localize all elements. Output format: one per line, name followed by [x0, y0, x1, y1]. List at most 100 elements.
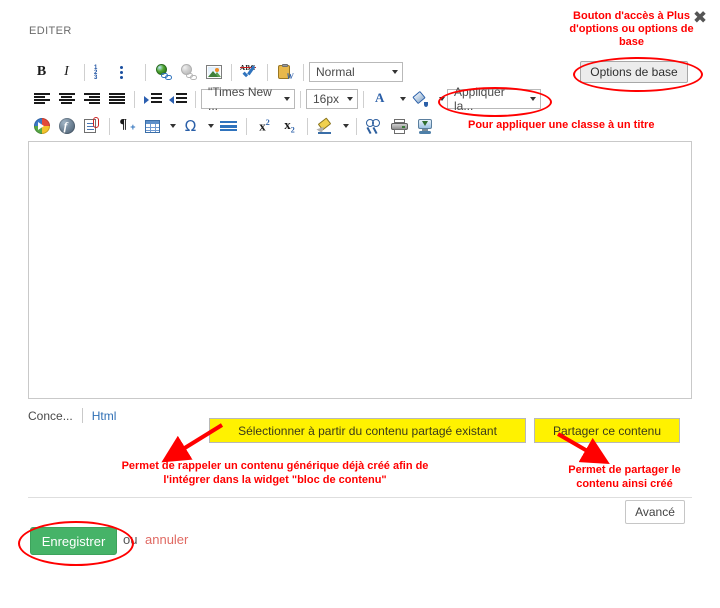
insert-image-button[interactable]	[201, 60, 226, 84]
background-color-dropdown[interactable]	[433, 87, 447, 111]
annotation-apply-class: Pour appliquer une classe à un titre	[468, 119, 654, 132]
apply-class-select[interactable]: Appliquer la...	[447, 89, 541, 109]
annotation-options-access: Bouton d'accès à Plus d'options ou optio…	[569, 10, 694, 49]
numbered-list-button[interactable]: 123	[90, 60, 115, 84]
indent-icon	[169, 93, 187, 106]
table-icon	[145, 120, 160, 133]
align-left-icon	[34, 93, 50, 105]
paste-from-word-button[interactable]: W	[273, 60, 298, 84]
table-dropdown[interactable]	[165, 114, 178, 138]
superscript-icon: x2	[259, 118, 270, 134]
italic-button[interactable]: I	[54, 60, 79, 84]
align-justify-button[interactable]	[104, 87, 129, 111]
save-server-icon	[417, 119, 433, 134]
text-color-button[interactable]: A	[369, 87, 394, 111]
toolbar-separator	[195, 91, 196, 108]
spellcheck-abc-icon: ABC	[240, 64, 259, 80]
chevron-down-icon	[343, 124, 349, 128]
bold-button[interactable]: B	[29, 60, 54, 84]
unlink-button[interactable]	[176, 60, 201, 84]
toolbar-separator	[303, 64, 304, 81]
remove-format-button[interactable]	[313, 114, 338, 138]
horizontal-rule-button[interactable]	[216, 114, 241, 138]
font-color-icon: A	[374, 91, 389, 107]
pilcrow-plus-icon: ¶+	[120, 119, 136, 133]
cancel-link[interactable]: annuler	[145, 532, 188, 547]
toolbar-separator	[84, 64, 85, 81]
paragraph-marks-button[interactable]: ¶+	[115, 114, 140, 138]
special-character-button[interactable]: Ω	[178, 114, 203, 138]
increase-indent-button[interactable]	[165, 87, 190, 111]
insert-flash-button[interactable]	[54, 114, 79, 138]
subscript-icon: x2	[284, 117, 295, 135]
format-select[interactable]: Normal	[309, 62, 403, 82]
font-size-select[interactable]: 16px	[306, 89, 358, 109]
chevron-down-icon	[392, 70, 398, 74]
save-to-server-button[interactable]	[412, 114, 437, 138]
chevron-down-icon	[400, 97, 406, 101]
find-icon	[366, 119, 383, 133]
font-size-value: 16px	[313, 92, 339, 106]
format-select-value: Normal	[316, 65, 355, 79]
toolbar-separator	[134, 91, 135, 108]
insert-link-button[interactable]	[151, 60, 176, 84]
insert-media-button[interactable]	[29, 114, 54, 138]
toolbar-row-1: B I 123	[29, 59, 403, 85]
advanced-button[interactable]: Avancé	[625, 500, 685, 524]
attach-document-button[interactable]	[79, 114, 104, 138]
toolbar-separator	[267, 64, 268, 81]
chevron-down-icon	[208, 124, 214, 128]
tab-conception[interactable]: Conce...	[28, 409, 82, 423]
options-de-base-button[interactable]: Options de base	[580, 61, 688, 83]
editor-mode-tabs: Conce... Html	[28, 408, 116, 423]
page-title: EDITER	[29, 25, 72, 37]
save-button[interactable]: Enregistrer	[30, 527, 117, 555]
decrease-indent-button[interactable]	[140, 87, 165, 111]
image-icon	[206, 65, 222, 79]
toolbar-separator	[246, 118, 247, 135]
editor-content-area[interactable]	[28, 141, 692, 399]
outdent-icon	[144, 93, 162, 106]
unlink-globe-icon	[180, 64, 197, 80]
align-justify-icon	[109, 93, 125, 105]
editor-dialog: EDITER ✖ B I 123	[0, 0, 720, 608]
tab-html[interactable]: Html	[83, 409, 117, 423]
text-color-dropdown[interactable]	[394, 87, 408, 111]
chevron-down-icon	[284, 97, 290, 101]
annotation-share-created: Permet de partager le contenu ainsi créé	[552, 463, 697, 491]
background-color-button[interactable]	[408, 87, 433, 111]
align-right-button[interactable]	[79, 87, 104, 111]
annotation-recall-content: Permet de rappeler un contenu générique …	[110, 459, 440, 487]
toolbar-separator	[307, 118, 308, 135]
chevron-down-icon	[530, 97, 536, 101]
ordered-list-icon: 123	[94, 66, 111, 79]
unordered-list-icon	[119, 66, 136, 79]
chevron-down-icon	[170, 124, 176, 128]
marker-icon	[317, 119, 334, 134]
share-content-button[interactable]: Partager ce contenu	[534, 418, 680, 443]
align-left-button[interactable]	[29, 87, 54, 111]
toolbar-separator	[231, 64, 232, 81]
toolbar-separator	[356, 118, 357, 135]
align-center-icon	[59, 93, 75, 105]
flash-icon	[59, 118, 75, 134]
media-player-icon	[34, 118, 50, 134]
find-replace-button[interactable]	[362, 114, 387, 138]
insert-table-button[interactable]	[140, 114, 165, 138]
font-family-select[interactable]: "Times New ...	[201, 89, 295, 109]
spellcheck-button[interactable]: ABC	[237, 60, 262, 84]
omega-icon: Ω	[185, 119, 196, 134]
align-center-button[interactable]	[54, 87, 79, 111]
bulleted-list-button[interactable]	[115, 60, 140, 84]
toolbar-separator	[300, 91, 301, 108]
select-shared-content-button[interactable]: Sélectionner à partir du contenu partagé…	[209, 418, 526, 443]
apply-class-value: Appliquer la...	[454, 85, 527, 113]
paste-word-icon: W	[278, 64, 294, 80]
toolbar-row-3: ¶+ Ω x2 x2	[29, 113, 437, 139]
print-button[interactable]	[387, 114, 412, 138]
chevron-down-icon	[347, 97, 353, 101]
subscript-button[interactable]: x2	[277, 114, 302, 138]
superscript-button[interactable]: x2	[252, 114, 277, 138]
remove-format-dropdown[interactable]	[338, 114, 351, 138]
special-character-dropdown[interactable]	[203, 114, 216, 138]
